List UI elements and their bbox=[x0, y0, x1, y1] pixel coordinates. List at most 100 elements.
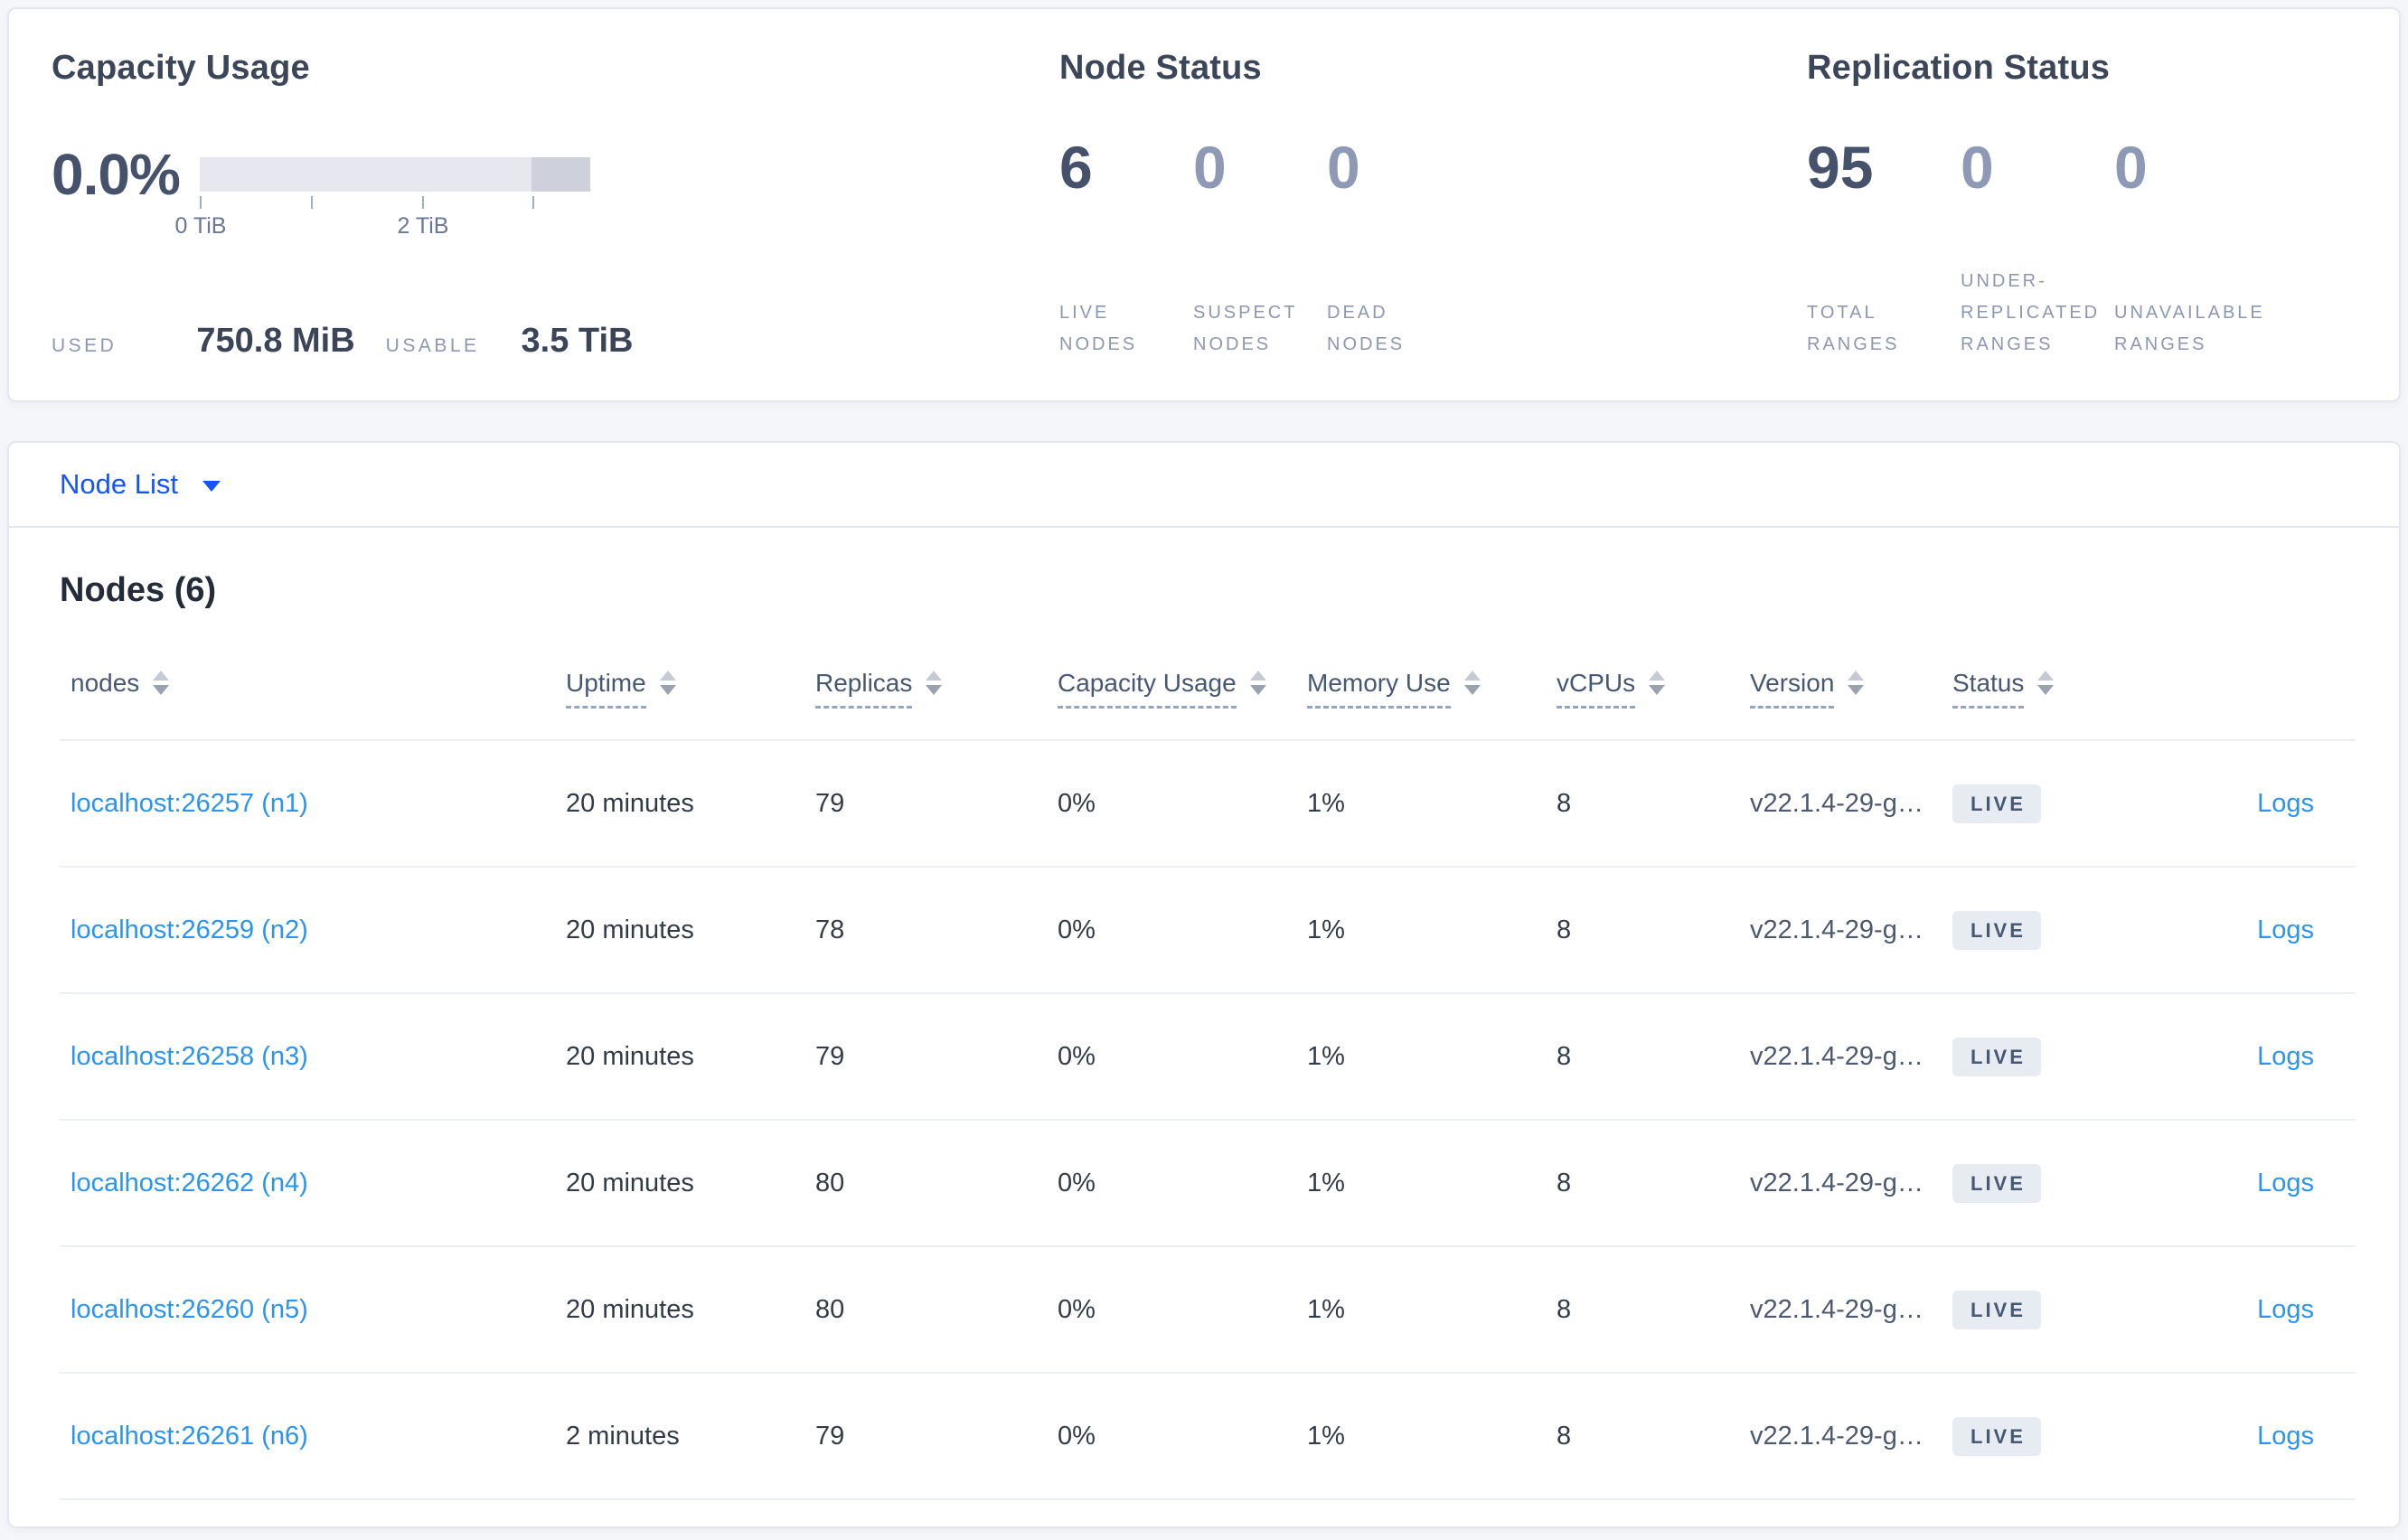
logs-link[interactable]: Logs bbox=[2257, 789, 2314, 818]
node-list-card: Node List Nodes (6) nodes Uptime Replica… bbox=[7, 441, 2401, 1528]
logs-link[interactable]: Logs bbox=[2257, 1169, 2314, 1197]
capacity-usage-section: Capacity Usage 0.0% 0 TiB 2 TiB USED 750… bbox=[52, 47, 1059, 361]
unavailable-ranges-label: UNAVAILABLE RANGES bbox=[2114, 303, 2265, 354]
status-badge: LIVE bbox=[1952, 910, 2041, 950]
sort-icon[interactable] bbox=[1649, 671, 1666, 695]
table-row: localhost:26257 (n1) 20 minutes 79 0% 1%… bbox=[60, 741, 2356, 868]
sort-icon[interactable] bbox=[659, 671, 676, 695]
sort-icon[interactable] bbox=[2037, 671, 2055, 695]
logs-link[interactable]: Logs bbox=[2257, 1422, 2314, 1451]
usable-label: USABLE bbox=[385, 335, 480, 356]
node-list-dropdown-label: Node List bbox=[60, 468, 178, 500]
capacity-bar: 0 TiB 2 TiB bbox=[175, 157, 590, 239]
replicas-cell: 79 bbox=[815, 1041, 845, 1071]
nodes-table-title: Nodes (6) bbox=[60, 571, 217, 609]
column-header-memory-use[interactable]: Memory Use bbox=[1307, 669, 1557, 709]
capacity-cell: 0% bbox=[1058, 1294, 1096, 1324]
version-cell: v22.1.4-29-g… bbox=[1750, 1294, 1924, 1324]
capacity-percent: 0.0% bbox=[52, 142, 181, 207]
table-row: localhost:26259 (n2) 20 minutes 78 0% 1%… bbox=[60, 868, 2356, 994]
axis-tick bbox=[200, 196, 202, 209]
unavailable-ranges-stat: 0 UNAVAILABLE RANGES bbox=[2114, 136, 2268, 361]
table-row: localhost:26260 (n5) 20 minutes 80 0% 1%… bbox=[60, 1247, 2356, 1374]
replicas-cell: 80 bbox=[815, 1168, 845, 1197]
capacity-gauge: 0.0% 0 TiB 2 TiB bbox=[52, 141, 1059, 239]
memory-cell: 1% bbox=[1307, 1041, 1345, 1071]
suspect-nodes-count: 0 bbox=[1193, 134, 1227, 201]
status-badge: LIVE bbox=[1952, 784, 2041, 823]
axis-tick bbox=[422, 196, 424, 209]
dead-nodes-stat: 0 DEAD NODES bbox=[1327, 136, 1461, 361]
logs-link[interactable]: Logs bbox=[2257, 1042, 2314, 1071]
status-badge: LIVE bbox=[1952, 1290, 2041, 1329]
uptime-cell: 20 minutes bbox=[566, 1168, 694, 1197]
axis-tick-label: 0 TiB bbox=[174, 213, 227, 239]
capacity-usage-title: Capacity Usage bbox=[52, 49, 310, 87]
version-cell: v22.1.4-29-g… bbox=[1750, 1168, 1924, 1197]
total-ranges-label: TOTAL RANGES bbox=[1807, 303, 1900, 354]
replication-status-section: Replication Status 95 TOTAL RANGES 0 UND… bbox=[1807, 47, 2356, 361]
axis-tick bbox=[311, 196, 313, 209]
replicas-cell: 78 bbox=[815, 915, 845, 944]
axis-tick bbox=[532, 196, 534, 209]
status-badge: LIVE bbox=[1952, 1163, 2041, 1203]
table-row: localhost:26261 (n6) 2 minutes 79 0% 1% … bbox=[60, 1374, 2356, 1500]
replication-status-title: Replication Status bbox=[1807, 49, 2111, 87]
uptime-cell: 20 minutes bbox=[566, 1294, 694, 1324]
uptime-cell: 2 minutes bbox=[566, 1421, 680, 1451]
uptime-cell: 20 minutes bbox=[566, 788, 694, 818]
memory-cell: 1% bbox=[1307, 915, 1345, 944]
sort-icon[interactable] bbox=[153, 671, 170, 695]
node-link[interactable]: localhost:26259 (n2) bbox=[71, 916, 308, 944]
sort-icon[interactable] bbox=[1463, 671, 1481, 695]
column-header-vcpus[interactable]: vCPUs bbox=[1557, 669, 1750, 709]
table-header-row: nodes Uptime Replicas Capacity Usage Mem… bbox=[60, 611, 2356, 741]
capacity-cell: 0% bbox=[1058, 1041, 1096, 1071]
node-link[interactable]: localhost:26257 (n1) bbox=[71, 789, 308, 818]
sort-icon[interactable] bbox=[926, 671, 943, 695]
node-link[interactable]: localhost:26260 (n5) bbox=[71, 1295, 308, 1324]
axis-tick-label: 2 TiB bbox=[397, 213, 449, 239]
cluster-summary-card: Capacity Usage 0.0% 0 TiB 2 TiB USED 750… bbox=[7, 7, 2401, 402]
memory-cell: 1% bbox=[1307, 1421, 1345, 1451]
version-cell: v22.1.4-29-g… bbox=[1750, 1041, 1924, 1071]
version-cell: v22.1.4-29-g… bbox=[1750, 788, 1924, 818]
live-nodes-count: 6 bbox=[1059, 134, 1093, 201]
node-link[interactable]: localhost:26258 (n3) bbox=[71, 1042, 308, 1071]
column-header-status[interactable]: Status bbox=[1952, 669, 2207, 709]
vcpus-cell: 8 bbox=[1557, 1168, 1572, 1197]
total-ranges-stat: 95 TOTAL RANGES bbox=[1807, 136, 1961, 361]
replicas-cell: 79 bbox=[815, 1421, 845, 1451]
vcpus-cell: 8 bbox=[1557, 1294, 1572, 1324]
node-status-title: Node Status bbox=[1059, 49, 1262, 87]
column-header-replicas[interactable]: Replicas bbox=[815, 669, 1058, 709]
column-header-nodes[interactable]: nodes bbox=[60, 669, 566, 698]
node-link[interactable]: localhost:26262 (n4) bbox=[71, 1169, 308, 1197]
total-ranges-count: 95 bbox=[1807, 134, 1874, 201]
memory-cell: 1% bbox=[1307, 788, 1345, 818]
vcpus-cell: 8 bbox=[1557, 788, 1572, 818]
capacity-bar-track bbox=[200, 157, 590, 192]
node-link[interactable]: localhost:26261 (n6) bbox=[71, 1422, 308, 1451]
used-label: USED bbox=[52, 335, 118, 356]
under-replicated-ranges-stat: 0 UNDER-REPLICATED RANGES bbox=[1961, 136, 2114, 361]
sort-icon[interactable] bbox=[1848, 671, 1865, 695]
uptime-cell: 20 minutes bbox=[566, 1041, 694, 1071]
node-list-dropdown[interactable]: Node List bbox=[9, 443, 2399, 528]
logs-link[interactable]: Logs bbox=[2257, 916, 2314, 944]
version-cell: v22.1.4-29-g… bbox=[1750, 915, 1924, 944]
vcpus-cell: 8 bbox=[1557, 1041, 1572, 1071]
logs-link[interactable]: Logs bbox=[2257, 1295, 2314, 1324]
capacity-cell: 0% bbox=[1058, 788, 1096, 818]
sort-icon[interactable] bbox=[1249, 671, 1266, 695]
column-header-uptime[interactable]: Uptime bbox=[566, 669, 815, 709]
under-replicated-ranges-label: UNDER-REPLICATED RANGES bbox=[1961, 271, 2101, 354]
used-value: 750.8 MiB bbox=[196, 322, 355, 360]
memory-cell: 1% bbox=[1307, 1168, 1345, 1197]
column-header-capacity-usage[interactable]: Capacity Usage bbox=[1058, 669, 1307, 709]
memory-cell: 1% bbox=[1307, 1294, 1345, 1324]
column-header-version[interactable]: Version bbox=[1750, 669, 1952, 709]
dead-nodes-label: DEAD NODES bbox=[1327, 303, 1406, 354]
capacity-bar-other-segment bbox=[531, 157, 590, 192]
vcpus-cell: 8 bbox=[1557, 915, 1572, 944]
